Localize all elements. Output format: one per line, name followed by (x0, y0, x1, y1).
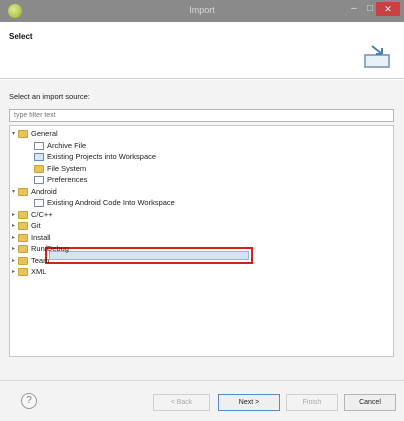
tree-item-label: Team (31, 255, 50, 265)
window-title: Import (189, 5, 215, 15)
tree-item-label: Git (31, 221, 41, 230)
tree-item-label: Preferences (47, 175, 88, 184)
tree-item-label: Run/Debug (31, 244, 69, 253)
project-icon (34, 153, 44, 161)
folder-icon (18, 256, 28, 265)
import-source-label: Select an import source: (9, 92, 90, 101)
selection-fill (49, 251, 249, 260)
tree-item-label: Existing Android Code Into Workspace (47, 198, 175, 207)
import-source-tree[interactable]: ▾ General Archive File Existing Projects in… (9, 125, 394, 357)
tree-expand-toggle-icon[interactable]: ▸ (12, 210, 15, 220)
tree-item-label: XML (31, 267, 47, 276)
folder-icon (18, 222, 28, 230)
folder-icon (18, 268, 28, 276)
next-button[interactable]: Next > (218, 394, 280, 411)
tree-expand-toggle-icon[interactable]: ▸ (12, 256, 15, 266)
file-icon (34, 176, 44, 184)
tree-item-label: Archive File (47, 140, 87, 150)
cancel-button[interactable]: Cancel (344, 394, 396, 411)
folder-icon (34, 164, 44, 173)
folder-icon (18, 130, 28, 138)
filter-input[interactable] (9, 109, 394, 122)
tree-expand-toggle-icon[interactable]: ▸ (12, 244, 15, 254)
import-wizard-icon (364, 45, 390, 68)
tree-expand-toggle-icon[interactable]: ▾ (12, 129, 15, 139)
selection-highlight-outline (45, 247, 253, 264)
tree-item-label: General (31, 129, 58, 138)
folder-icon (18, 245, 28, 253)
tree-item-label: Install (31, 232, 51, 242)
folder-icon (18, 233, 28, 242)
page-title: Select (9, 32, 33, 41)
tree-item-label: Existing Projects into Workspace (47, 152, 157, 161)
tree-expand-toggle-icon[interactable]: ▸ (12, 221, 15, 231)
minimize-button[interactable]: – (346, 2, 362, 16)
tree-item-label: File System (47, 163, 87, 173)
wizard-content: Select an import source: ▾ General Archive… (0, 80, 404, 380)
file-icon (34, 199, 44, 207)
tree-item-label: Android (31, 186, 57, 196)
tree-expand-toggle-icon[interactable]: ▸ (12, 267, 15, 277)
help-icon[interactable]: ? (21, 393, 37, 409)
folder-icon (18, 210, 28, 219)
file-icon (34, 141, 44, 150)
finish-button[interactable]: Finish (286, 394, 338, 411)
tree-expand-toggle-icon[interactable]: ▾ (12, 187, 15, 197)
title-bar: Import – □ ✕ (0, 0, 404, 22)
back-button[interactable]: < Back (153, 394, 210, 411)
wizard-header: Select (0, 22, 404, 79)
close-button[interactable]: ✕ (376, 2, 400, 16)
folder-icon (18, 187, 28, 196)
wizard-footer: ? < Back Next > Finish Cancel (0, 380, 404, 421)
tree-item-label: C/C++ (31, 209, 53, 219)
tree-expand-toggle-icon[interactable]: ▸ (12, 233, 15, 243)
